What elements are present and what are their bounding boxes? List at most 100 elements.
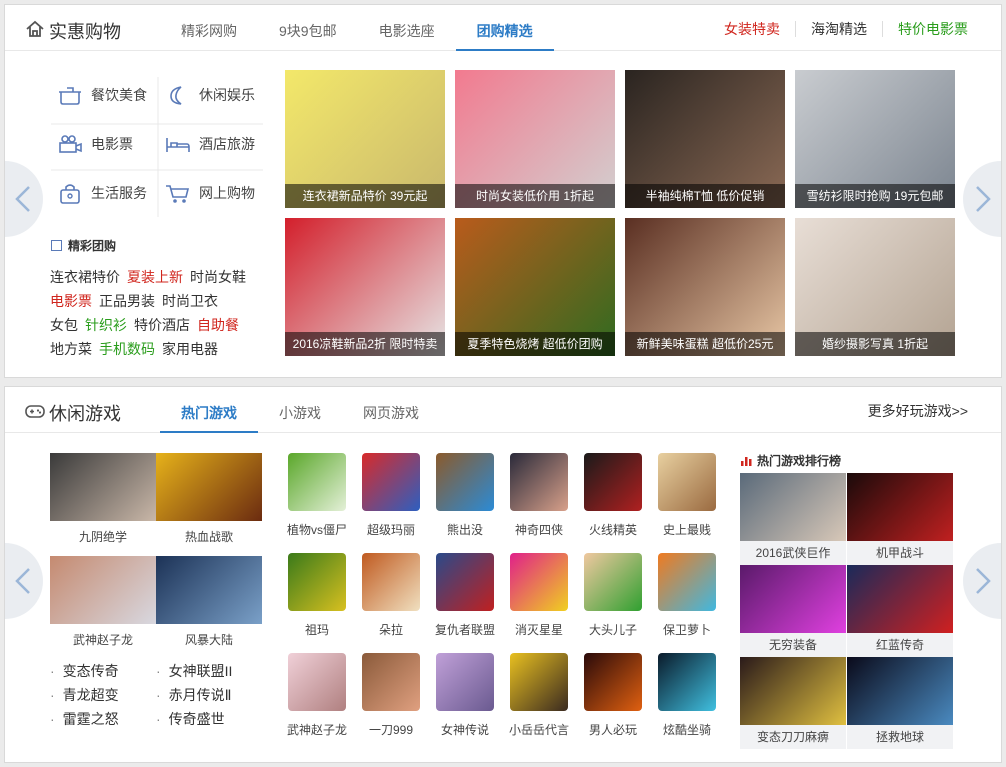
category-4[interactable]: 生活服务 [51,169,157,216]
group-buy-link[interactable]: 家用电器 [162,341,218,357]
group-buy-link[interactable]: 特价酒店 [134,317,190,333]
game-icon [436,453,494,511]
game-link[interactable]: 雷霆之怒 [50,707,119,731]
small-game[interactable]: 大头儿子 [583,553,643,638]
category-5[interactable]: 网上购物 [159,169,265,216]
category-label: 餐饮美食 [91,86,147,103]
group-buy-link[interactable]: 夏装上新 [127,269,183,285]
shopping-tab-1[interactable]: 9块9包邮 [258,5,358,51]
group-buy-link[interactable]: 针织衫 [85,317,127,333]
link-row: 连衣裙特价 夏装上新 时尚女鞋 [50,265,253,289]
product-thumb[interactable]: 连衣裙新品特价 39元起 [285,70,445,208]
next-arrow[interactable] [963,543,1001,619]
game-icon [510,653,568,711]
prev-arrow[interactable] [5,161,43,237]
small-game[interactable]: 植物vs僵尸 [287,453,347,538]
prev-arrow[interactable] [5,543,43,619]
more-games-link[interactable]: 更多好玩游戏>> [853,403,983,419]
featured-game[interactable]: 热血战歌 [156,453,262,545]
games-tab-2[interactable]: 网页游戏 [342,387,440,433]
product-thumb[interactable]: 半袖纯棉T恤 低价促销 [625,70,785,208]
product-caption: 时尚女装低价用 1折起 [455,184,615,208]
small-game[interactable]: 小岳岳代言 [509,653,569,738]
group-buy-link[interactable]: 正品男装 [99,293,155,309]
game-icon [510,453,568,511]
games-tab-1[interactable]: 小游戏 [258,387,342,433]
rank-game[interactable]: 红蓝传奇 [847,565,953,657]
group-buy-link[interactable]: 时尚卫衣 [162,293,218,309]
home-icon [26,20,44,37]
game-label: 超级玛丽 [366,523,415,537]
product-thumb[interactable]: 夏季特色烧烤 超低价团购 [455,218,615,356]
moon-icon [170,85,182,105]
game-label: 一刀999 [368,723,414,737]
small-game[interactable]: 超级玛丽 [361,453,421,538]
game-link[interactable]: 变态传奇 [50,659,119,683]
group-buy-link[interactable]: 电影票 [50,293,92,309]
product-thumb[interactable]: 新鲜美味蛋糕 超低价25元 [625,218,785,356]
game-label: 朵拉 [378,623,403,637]
shopping-tab-0[interactable]: 精彩网购 [160,5,258,51]
game-label: 风暴大陆 [184,633,233,647]
category-3[interactable]: 酒店旅游 [159,120,265,167]
rank-game[interactable]: 拯救地球 [847,657,953,749]
group-buy-link[interactable]: 连衣裙特价 [50,269,120,285]
group-buy-link[interactable]: 自助餐 [197,317,239,333]
small-game[interactable]: 一刀999 [361,653,421,738]
right-link-1[interactable]: 海淘精选 [795,21,882,37]
game-link[interactable]: 传奇盛世 [156,707,232,731]
game-link[interactable]: 赤月传说Ⅱ [156,683,232,707]
product-thumb[interactable]: 2016凉鞋新品2折 限时特卖 [285,218,445,356]
featured-game[interactable]: 武神赵子龙 [50,556,156,648]
game-link[interactable]: 青龙超变 [50,683,119,707]
product-thumb[interactable]: 时尚女装低价用 1折起 [455,70,615,208]
game-label: 神奇四侠 [514,523,563,537]
right-link-0[interactable]: 女装特卖 [709,21,795,37]
game-label: 炫酷坐骑 [662,723,711,737]
game-image [740,657,846,725]
featured-game[interactable]: 九阴绝学 [50,453,156,545]
group-buy-link[interactable]: 手机数码 [99,341,155,357]
small-game[interactable]: 保卫萝卜 [657,553,717,638]
category-0[interactable]: 餐饮美食 [51,71,157,118]
link-row: 地方菜 手机数码 家用电器 [50,337,253,361]
small-game[interactable]: 火线精英 [583,453,643,538]
next-arrow[interactable] [963,161,1001,237]
category-2[interactable]: 电影票 [51,120,157,167]
category-1[interactable]: 休闲娱乐 [159,71,265,118]
small-game[interactable]: 武神赵子龙 [287,653,347,738]
link-row: 女包 针织衫 特价酒店 自助餐 [50,313,253,337]
game-link[interactable]: 女神联盟II [156,659,233,683]
rank-game[interactable]: 机甲战斗 [847,473,953,565]
small-game[interactable]: 炫酷坐骑 [657,653,717,738]
small-game[interactable]: 祖玛 [287,553,347,638]
small-game[interactable]: 朵拉 [361,553,421,638]
shopping-tab-3[interactable]: 团购精选 [455,5,554,51]
rank-game[interactable]: 2016武侠巨作 [740,473,846,565]
group-buy-link[interactable]: 时尚女鞋 [190,269,246,285]
small-game[interactable]: 史上最贱 [657,453,717,538]
small-game[interactable]: 男人必玩 [583,653,643,738]
product-caption: 连衣裙新品特价 39元起 [285,184,445,208]
shopping-tab-2[interactable]: 电影选座 [358,5,456,51]
group-buy-link[interactable]: 女包 [50,317,78,333]
small-game[interactable]: 复仇者联盟 [435,553,495,638]
product-thumb[interactable]: 婚纱摄影写真 1折起 [795,218,955,356]
rank-game[interactable]: 变态刀刀麻痹 [740,657,846,749]
small-game[interactable]: 神奇四侠 [509,453,569,538]
small-game[interactable]: 消灭星星 [509,553,569,638]
rank-game[interactable]: 无穷装备 [740,565,846,657]
games-tab-0[interactable]: 热门游戏 [160,387,258,433]
product-caption: 夏季特色烧烤 超低价团购 [455,332,615,356]
game-label: 女神传说 [440,723,489,737]
games-header: 休闲游戏 热门游戏 小游戏 网页游戏 更多好玩游戏>> [5,387,1001,433]
small-game[interactable]: 熊出没 [435,453,495,538]
small-game[interactable]: 女神传说 [435,653,495,738]
product-thumb[interactable]: 雪纺衫限时抢购 19元包邮 [795,70,955,208]
rank-title: 热门游戏排行榜 [741,452,841,469]
game-label: 祖玛 [304,623,329,637]
game-label: 男人必玩 [588,723,637,737]
group-buy-link[interactable]: 地方菜 [50,341,92,357]
featured-game[interactable]: 风暴大陆 [156,556,262,648]
right-link-2[interactable]: 特价电影票 [882,21,983,37]
